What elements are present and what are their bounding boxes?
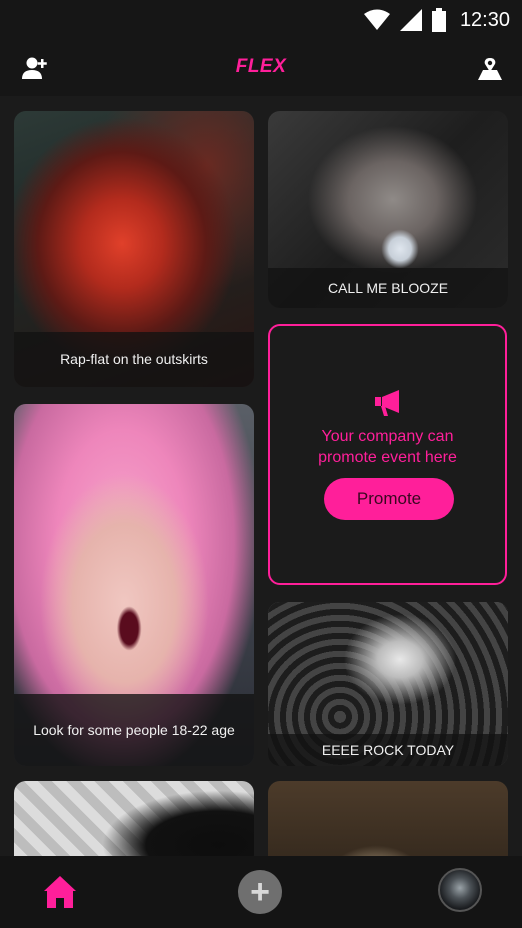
event-caption: CALL ME BLOOZE — [268, 268, 508, 308]
event-card-rap[interactable]: Rap-flat on the outskirts — [14, 111, 254, 387]
status-bar: 12:30 — [0, 0, 522, 40]
avatar[interactable] — [438, 868, 482, 912]
signal-icon — [399, 9, 422, 31]
event-card-museum[interactable] — [268, 781, 508, 856]
event-card-studio[interactable] — [14, 781, 254, 856]
app-bar: FLEX — [0, 40, 522, 96]
event-caption: Look for some people 18-22 age — [14, 694, 254, 766]
event-image — [268, 781, 508, 856]
event-card-rock[interactable]: EEEE ROCK TODAY — [268, 602, 508, 766]
bottom-nav: + — [0, 856, 522, 928]
plus-icon: + — [250, 873, 270, 911]
event-caption: EEEE ROCK TODAY — [268, 734, 508, 766]
event-caption: Rap-flat on the outskirts — [14, 332, 254, 387]
promo-text: Your company can promote event here — [318, 428, 457, 466]
promote-button[interactable]: Promote — [324, 478, 454, 520]
app-title: FLEX — [235, 56, 287, 77]
wifi-icon — [363, 9, 390, 30]
add-event-button[interactable]: + — [238, 870, 282, 914]
event-feed[interactable]: Rap-flat on the outskirts CALL ME BLOOZE… — [0, 96, 522, 856]
home-icon[interactable] — [42, 874, 78, 910]
event-card-blooze[interactable]: CALL ME BLOOZE — [268, 111, 508, 308]
promo-card: Your company can promote event here Prom… — [268, 324, 507, 585]
status-icons: 12:30 — [363, 6, 510, 34]
status-time: 12:30 — [459, 8, 510, 31]
event-card-pink[interactable]: Look for some people 18-22 age — [14, 404, 254, 766]
battery-icon — [431, 8, 446, 32]
map-icon[interactable] — [478, 58, 502, 82]
event-image — [14, 781, 254, 856]
megaphone-icon — [375, 390, 399, 416]
